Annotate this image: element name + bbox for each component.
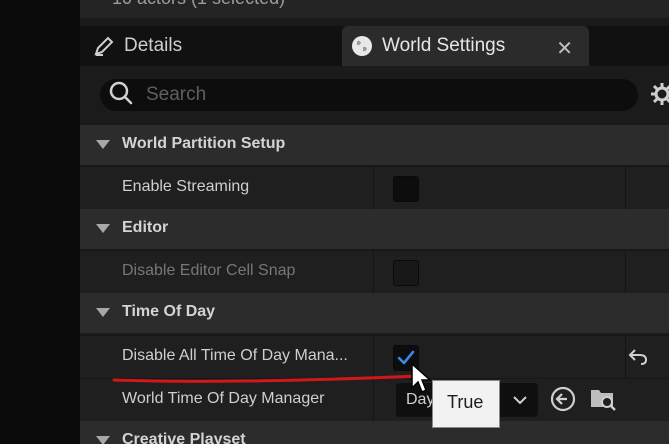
tab-world-settings[interactable]: World Settings ✕ bbox=[342, 26, 589, 66]
tooltip-text: True bbox=[447, 392, 484, 412]
tab-world-settings-label: World Settings bbox=[382, 35, 506, 56]
triangle-down-icon bbox=[96, 140, 110, 149]
search-box bbox=[100, 79, 638, 111]
column-divider bbox=[373, 251, 374, 293]
selection-count-text: 10 actors (1 selected) bbox=[112, 0, 285, 9]
selection-header: 10 actors (1 selected) bbox=[80, 0, 669, 18]
red-underline-annotation bbox=[112, 374, 422, 383]
category-label: Time Of Day bbox=[122, 303, 216, 320]
disable-editor-cell-snap-checkbox bbox=[393, 260, 419, 286]
triangle-down-icon bbox=[96, 436, 110, 444]
use-selected-arrow-icon[interactable] bbox=[549, 385, 577, 418]
triangle-down-icon bbox=[96, 308, 110, 317]
close-icon[interactable]: ✕ bbox=[556, 36, 573, 61]
mouse-cursor-icon bbox=[411, 362, 432, 394]
category-editor[interactable]: Editor bbox=[80, 209, 669, 249]
gear-icon[interactable] bbox=[649, 81, 669, 112]
search-input[interactable] bbox=[144, 83, 588, 107]
search-icon bbox=[108, 80, 134, 111]
enable-streaming-checkbox[interactable] bbox=[393, 176, 419, 202]
tab-details-label: Details bbox=[124, 35, 183, 56]
category-label: World Partition Setup bbox=[122, 135, 286, 152]
chevron-down-icon bbox=[512, 393, 528, 412]
reset-to-default-icon[interactable] bbox=[627, 345, 649, 372]
column-divider bbox=[625, 336, 626, 378]
globe-icon bbox=[350, 34, 374, 58]
property-row-disable-editor-cell-snap: Disable Editor Cell Snap bbox=[80, 250, 669, 293]
category-creative-playset[interactable]: Creative Playset bbox=[80, 421, 669, 444]
category-label: Editor bbox=[122, 219, 169, 236]
property-label: Enable Streaming bbox=[122, 178, 250, 195]
triangle-down-icon bbox=[96, 224, 110, 233]
column-divider bbox=[625, 167, 626, 209]
tab-details[interactable]: Details bbox=[92, 26, 182, 66]
column-divider bbox=[373, 167, 374, 209]
viewport-edge bbox=[0, 0, 80, 444]
category-label: Creative Playset bbox=[122, 431, 246, 444]
property-label: Disable All Time Of Day Mana... bbox=[122, 347, 348, 364]
search-row bbox=[80, 66, 669, 124]
category-world-partition-setup[interactable]: World Partition Setup bbox=[80, 125, 669, 165]
pencil-icon bbox=[92, 34, 116, 58]
tooltip: True bbox=[432, 380, 500, 428]
category-time-of-day[interactable]: Time Of Day bbox=[80, 293, 669, 333]
property-row-enable-streaming: Enable Streaming bbox=[80, 166, 669, 209]
property-label: World Time Of Day Manager bbox=[122, 390, 325, 407]
property-label: Disable Editor Cell Snap bbox=[122, 262, 296, 279]
browse-folder-icon[interactable] bbox=[588, 383, 618, 418]
tab-bar: Details World Settings ✕ bbox=[80, 26, 669, 66]
column-divider bbox=[625, 251, 626, 293]
